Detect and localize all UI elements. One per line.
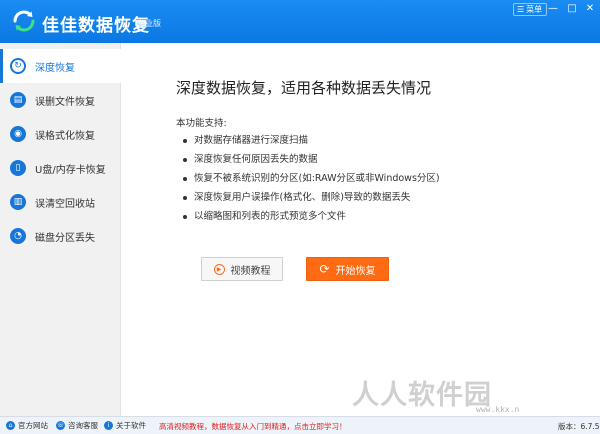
- sidebar-item-partition-loss[interactable]: ◔ 磁盘分区丢失: [0, 219, 120, 253]
- page-title: 深度数据恢复，适用各种数据丢失情况: [176, 79, 432, 97]
- app-title: 佳佳数据恢复: [42, 16, 150, 36]
- start-recovery-button[interactable]: ⟳ 开始恢复: [306, 257, 389, 281]
- headset-icon: ☏: [56, 421, 65, 430]
- sidebar-item-label: 误格式化恢复: [35, 130, 95, 142]
- home-icon: ⌂: [6, 421, 15, 430]
- play-icon: ▶: [213, 263, 225, 275]
- about-label: 关于软件: [116, 421, 146, 430]
- promo-link[interactable]: 高清视频教程，数据恢复从入门到精通，点击立即学习！: [159, 421, 347, 432]
- sidebar-item-format-recovery[interactable]: ◉ 误格式化恢复: [0, 117, 120, 151]
- app-logo-icon: [13, 10, 35, 32]
- app-window: 佳佳数据恢复 专业版 ☰ 菜单 — □ ✕ ↻ 深度恢复 ▤ 误删文件恢复 ◉ …: [0, 0, 600, 434]
- website-label: 官方网站: [18, 421, 48, 430]
- refresh-icon: ⟳: [319, 262, 330, 276]
- list-item: 深度恢复任何原因丢失的数据: [182, 150, 440, 169]
- list-item: 恢复不被系统识别的分区(如:RAW分区或非Windows分区): [182, 169, 440, 188]
- sidebar-item-recycle-bin[interactable]: ▥ 误清空回收站: [0, 185, 120, 219]
- format-icon: ◉: [10, 126, 26, 142]
- deleted-file-icon: ▤: [10, 92, 26, 108]
- info-icon: i: [104, 421, 113, 430]
- recycle-bin-icon: ▥: [10, 194, 26, 210]
- video-tutorial-label: 视频教程: [230, 265, 271, 277]
- minimize-button[interactable]: —: [545, 2, 561, 16]
- maximize-button[interactable]: □: [564, 2, 580, 16]
- feature-list: 对数据存储器进行深度扫描 深度恢复任何原因丢失的数据 恢复不被系统识别的分区(如…: [182, 131, 440, 226]
- sidebar-item-label: 误删文件恢复: [35, 96, 95, 108]
- sidebar: ↻ 深度恢复 ▤ 误删文件恢复 ◉ 误格式化恢复 ▯ U盘/内存卡恢复 ▥ 误清…: [0, 43, 121, 416]
- title-bar: 佳佳数据恢复 专业版 ☰ 菜单 — □ ✕: [0, 0, 600, 43]
- sidebar-item-usb-card[interactable]: ▯ U盘/内存卡恢复: [0, 151, 120, 185]
- sidebar-item-label: U盘/内存卡恢复: [35, 164, 106, 176]
- video-tutorial-button[interactable]: ▶ 视频教程: [201, 257, 283, 281]
- about-link[interactable]: i 关于软件: [104, 420, 146, 431]
- edition-label: 专业版: [137, 19, 161, 28]
- partition-icon: ◔: [10, 228, 26, 244]
- list-item: 以缩略图和列表的形式预览多个文件: [182, 207, 440, 226]
- sidebar-item-label: 误清空回收站: [35, 198, 95, 210]
- usb-card-icon: ▯: [10, 160, 26, 176]
- sidebar-item-deleted-files[interactable]: ▤ 误删文件恢复: [0, 83, 120, 117]
- deep-recover-icon: ↻: [10, 58, 26, 74]
- status-bar: ⌂ 官方网站 ☏ 咨询客服 i 关于软件 高清视频教程，数据恢复从入门到精通，点…: [0, 416, 600, 434]
- feature-intro: 本功能支持:: [176, 118, 227, 129]
- list-item: 对数据存储器进行深度扫描: [182, 131, 440, 150]
- main-panel: 深度数据恢复，适用各种数据丢失情况 本功能支持: 对数据存储器进行深度扫描 深度…: [122, 43, 600, 416]
- version-label: 版本：6.7.5: [558, 422, 600, 431]
- sidebar-item-deep-recovery[interactable]: ↻ 深度恢复: [0, 49, 121, 83]
- list-item: 深度恢复用户误操作(格式化、删除)导致的数据丢失: [182, 188, 440, 207]
- menu-label: 菜单: [526, 5, 543, 14]
- support-label: 咨询客服: [68, 421, 98, 430]
- website-link[interactable]: ⌂ 官方网站: [6, 420, 48, 431]
- start-recovery-label: 开始恢复: [335, 265, 376, 277]
- menu-button[interactable]: ☰ 菜单: [513, 3, 548, 16]
- sidebar-item-label: 深度恢复: [35, 62, 75, 74]
- menu-icon: ☰: [517, 5, 525, 14]
- support-link[interactable]: ☏ 咨询客服: [56, 420, 98, 431]
- sidebar-item-label: 磁盘分区丢失: [35, 232, 95, 244]
- close-button[interactable]: ✕: [582, 2, 598, 16]
